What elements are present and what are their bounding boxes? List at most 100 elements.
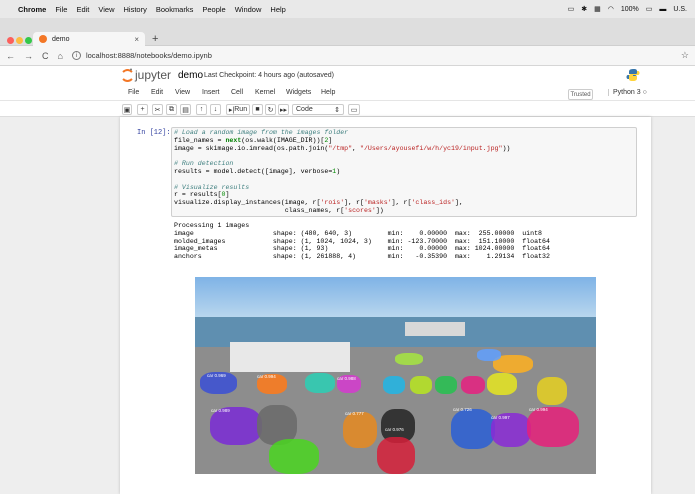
insert-cell-button[interactable]: + — [137, 104, 148, 115]
code-line: # Visualize results — [174, 183, 250, 191]
code-line: image = skimage.io.imread(os.path.join("… — [174, 144, 511, 152]
select-arrows-icon: ⇕ — [334, 106, 340, 114]
battery-percent[interactable]: 100% — [621, 6, 639, 13]
browser-tab[interactable]: demo × — [33, 32, 145, 46]
url-field[interactable]: localhost:8888/notebooks/demo.ipynb — [86, 51, 212, 60]
menu-edit[interactable]: Edit — [76, 5, 89, 14]
minimize-window-button[interactable] — [16, 37, 23, 44]
code-line: file_names = next(os.walk(IMAGE_DIR))[2] — [174, 136, 333, 144]
kernel-name: Python 3 — [613, 89, 641, 96]
nb-menu-widgets[interactable]: Widgets — [286, 89, 311, 96]
nb-menu-cell[interactable]: Cell — [231, 89, 243, 96]
nb-menu-edit[interactable]: Edit — [151, 89, 163, 96]
cell-output: Processing 1 images image shape: (480, 6… — [174, 222, 550, 261]
kernel-indicator[interactable]: Python 3 ○ — [608, 89, 647, 96]
new-tab-button[interactable]: + — [152, 33, 158, 45]
copy-icon: ⧉ — [169, 105, 174, 113]
paste-button[interactable]: ▤ — [180, 104, 191, 115]
menu-file[interactable]: File — [55, 5, 67, 14]
menu-window[interactable]: Window — [235, 5, 262, 14]
scissors-icon: ✂ — [154, 106, 161, 114]
car-mask — [451, 409, 495, 449]
menu-help[interactable]: Help — [270, 5, 285, 14]
car-mask — [377, 437, 415, 474]
battery-icon[interactable]: ▭ — [646, 5, 653, 13]
jupyter-logo-icon — [122, 68, 133, 82]
bookmark-star-icon[interactable]: ☆ — [681, 50, 689, 61]
save-button[interactable]: ▣ — [122, 104, 132, 115]
car-score-label: car 0.726 — [453, 407, 472, 412]
run-button[interactable]: ▸| Run — [226, 104, 250, 115]
autosave-status: (autosaved) — [297, 72, 334, 79]
restart-icon: ↻ — [267, 106, 274, 114]
nb-menu-kernel[interactable]: Kernel — [255, 89, 275, 96]
jupyter-header — [0, 66, 695, 86]
interrupt-button[interactable]: ■ — [252, 104, 263, 115]
move-down-button[interactable]: ↓ — [210, 104, 221, 115]
car-mask — [477, 349, 501, 361]
restart-button[interactable]: ↻ — [265, 104, 276, 115]
checkpoint-status: Last Checkpoint: 4 hours ago (autosaved) — [204, 72, 334, 79]
restart-run-all-button[interactable]: ▸▸ — [278, 104, 289, 115]
car-score-label: car 0.969 — [207, 373, 226, 378]
image-sky — [195, 277, 596, 317]
wifi-icon[interactable]: ◠ — [608, 5, 614, 13]
close-tab-icon[interactable]: × — [134, 35, 139, 44]
macos-menu-bar: Chrome File Edit View History Bookmarks … — [0, 0, 695, 18]
reload-icon[interactable]: C — [42, 51, 49, 61]
menu-history[interactable]: History — [124, 5, 147, 14]
display-icon[interactable]: ▦ — [594, 5, 601, 13]
move-up-button[interactable]: ↑ — [196, 104, 207, 115]
menu-app-name[interactable]: Chrome — [18, 5, 46, 14]
tab-title: demo — [52, 35, 70, 43]
car-score-label: car 0.994 — [257, 374, 276, 379]
trusted-indicator[interactable]: Trusted — [568, 89, 593, 100]
close-window-button[interactable] — [7, 37, 14, 44]
car-mask — [537, 377, 567, 405]
nb-menu-help[interactable]: Help — [321, 89, 335, 96]
nb-menu-file[interactable]: File — [128, 89, 139, 96]
cell-type-value: Code — [296, 106, 313, 113]
car-score-label: car 0.976 — [385, 427, 404, 432]
jupyter-logo-text: jupyter — [135, 68, 172, 82]
menu-view[interactable]: View — [98, 5, 114, 14]
notebook-toolbar: ▣ + ✂ ⧉ ▤ ↑ ↓ ▸| Run ■ ↻ ▸▸ Code ⇕ ▭ — [0, 101, 695, 117]
home-icon[interactable]: ⌂ — [58, 51, 63, 61]
car-mask — [343, 412, 377, 448]
bluetooth-icon[interactable]: ✱ — [581, 5, 587, 13]
car-score-label: car 0.988 — [337, 376, 356, 381]
command-palette-button[interactable]: ▭ — [348, 104, 360, 115]
car-mask — [305, 373, 335, 393]
airplay-icon[interactable]: ▭ — [568, 5, 575, 13]
code-text[interactable]: # Load a random image from the images fo… — [174, 129, 510, 215]
site-info-icon[interactable]: i — [71, 51, 81, 60]
cut-button[interactable]: ✂ — [152, 104, 163, 115]
address-bar-row: ← → C ⌂ i localhost:8888/notebooks/demo.… — [0, 46, 695, 66]
jupyter-logo[interactable]: jupyter — [121, 68, 173, 83]
menu-bookmarks[interactable]: Bookmarks — [156, 5, 194, 14]
flag-icon[interactable]: ▬ — [659, 6, 666, 13]
paste-icon: ▤ — [182, 106, 189, 114]
code-line: visualize.display_instances(image, r['ro… — [174, 199, 463, 207]
arrow-up-icon: ↑ — [199, 106, 204, 113]
nb-menu-view[interactable]: View — [175, 89, 190, 96]
notebook-name[interactable]: demo — [178, 70, 203, 81]
copy-button[interactable]: ⧉ — [166, 104, 177, 115]
menu-people[interactable]: People — [202, 5, 225, 14]
nb-menu-insert[interactable]: Insert — [202, 89, 220, 96]
car-mask — [527, 407, 579, 447]
stop-icon: ■ — [255, 106, 260, 113]
input-locale[interactable]: U.S. — [673, 6, 687, 13]
car-mask — [395, 353, 423, 365]
maximize-window-button[interactable] — [25, 37, 32, 44]
image-building — [230, 342, 350, 372]
back-icon[interactable]: ← — [6, 51, 15, 61]
code-line: # Load a random image from the images fo… — [174, 129, 349, 136]
jupyter-favicon-icon — [39, 35, 47, 43]
car-mask — [383, 376, 405, 394]
car-score-label: car 0.989 — [211, 408, 230, 413]
forward-icon[interactable]: → — [24, 51, 33, 61]
car-mask — [435, 376, 457, 394]
cell-type-select[interactable]: Code ⇕ — [292, 104, 344, 115]
keyboard-icon: ▭ — [350, 106, 358, 114]
